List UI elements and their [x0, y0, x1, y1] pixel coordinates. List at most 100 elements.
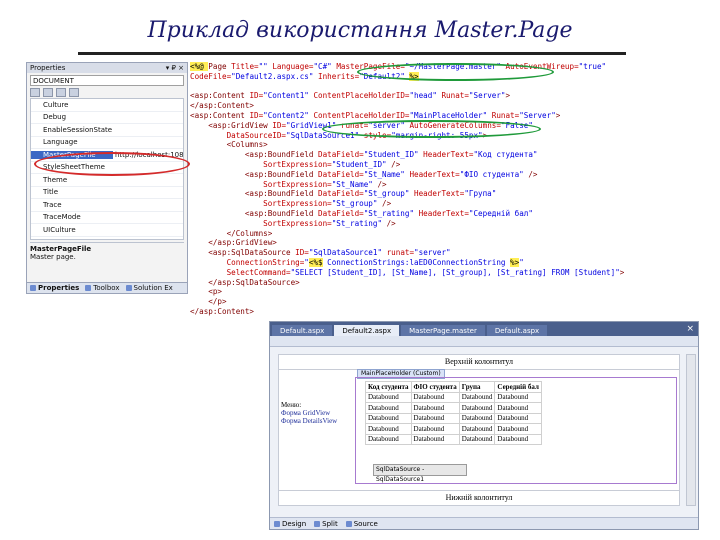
code-line[interactable]: <asp:BoundField DataField="St_rating" He… [190, 209, 695, 219]
code-token: SortExpression= [190, 218, 332, 228]
slide-title: Приклад використання Master.Page [147, 18, 573, 43]
table-cell: Databound [410, 402, 460, 414]
property-key: Trace [43, 200, 62, 209]
tab-label: Properties [38, 284, 80, 292]
table-cell: Databound [365, 423, 412, 435]
alphabetical-icon[interactable] [43, 88, 53, 97]
code-token: " [519, 257, 524, 267]
menu-heading: Меню: [281, 401, 302, 409]
property-row[interactable]: Debug [31, 112, 183, 124]
code-line[interactable]: <asp:SqlDataSource ID="SqlDataSource1" r… [190, 248, 695, 258]
code-line[interactable]: <p> [190, 287, 695, 297]
code-line[interactable]: SelectCommand="SELECT [Student_ID], [St_… [190, 268, 695, 278]
code-token: </asp:Content> [190, 101, 255, 111]
code-token: "SqlDataSource1" [308, 248, 387, 258]
table-row: Databound Databound Databound Databound [365, 391, 542, 403]
column-header: ФІО студента [410, 381, 460, 393]
code-line[interactable]: </asp:SqlDataSource> [190, 278, 695, 288]
table-cell: Databound [365, 402, 412, 414]
code-line[interactable]: SortExpression="St_Name" /> [190, 180, 695, 190]
code-token: HeaderText= [414, 189, 465, 199]
tab-solution-explorer[interactable]: Solution Ex [125, 284, 173, 292]
code-line[interactable]: </asp:GridView> [190, 238, 695, 248]
tab-default-aspx[interactable]: Default.aspx [272, 325, 333, 336]
tab-masterpage-master[interactable]: MasterPage.master [401, 325, 485, 336]
code-line[interactable]: <asp:BoundField DataField="Student_ID" H… [190, 150, 695, 160]
code-line[interactable]: </asp:Content> [190, 307, 695, 317]
tab-default-aspx-2[interactable]: Default.aspx [486, 325, 548, 336]
source-code-editor[interactable]: <%@ Page Title="" Language="C#" MasterPa… [190, 62, 695, 352]
code-token: </asp:Content> [190, 306, 255, 316]
page-header-band: Верхній колонтитул [279, 355, 679, 370]
code-token: <asp:BoundField [190, 189, 319, 199]
tab-default2-aspx[interactable]: Default2.aspx [334, 325, 400, 336]
code-line[interactable]: <asp:Content ID="Content1" ContentPlaceH… [190, 91, 695, 101]
tab-properties[interactable]: Properties [30, 284, 79, 292]
code-line[interactable]: <Columns> [190, 140, 695, 150]
code-token: <asp:Content [190, 91, 250, 101]
property-row[interactable]: TraceMode [31, 212, 183, 224]
code-line[interactable]: SortExpression="St_group" /> [190, 199, 695, 209]
code-token: ConnectionString= [190, 257, 305, 267]
properties-title: Properties [30, 64, 66, 72]
code-token: DataSourceID= [190, 130, 287, 140]
code-token: HeaderText= [423, 150, 474, 160]
code-line[interactable]: </p> [190, 297, 695, 307]
table-row: Databound Databound Databound Databound [365, 402, 542, 414]
menu-link-detailsview[interactable]: Форма DetailsView [281, 417, 337, 425]
code-line[interactable]: ConnectionString= " <%$ ConnectionStrings:… [190, 257, 695, 268]
code-token: DataField= [318, 169, 364, 179]
code-line[interactable]: SortExpression="St_rating" /> [190, 219, 695, 229]
tab-toolbox[interactable]: Toolbox [85, 284, 120, 292]
property-row[interactable]: Culture [31, 99, 183, 112]
table-cell: Databound [365, 391, 412, 403]
code-token: ID= [249, 110, 264, 120]
code-line[interactable] [190, 82, 695, 92]
code-line[interactable]: </Columns> [190, 229, 695, 239]
code-line[interactable]: </asp:Content> [190, 101, 695, 111]
menu-link-gridview[interactable]: Форма GridView [281, 409, 337, 417]
property-row[interactable]: EnableSessionState [31, 124, 183, 137]
panel-pin-close-buttons[interactable]: ▾ ₽ × [166, 64, 184, 72]
source-view-button[interactable]: Source [345, 520, 378, 528]
split-view-button[interactable]: Split [314, 520, 338, 528]
property-key: Theme [43, 175, 68, 184]
close-icon[interactable]: × [686, 324, 694, 334]
property-row[interactable]: Trace [31, 199, 183, 212]
code-token: <asp:GridView [190, 120, 273, 130]
table-row: Databound Databound Databound Databound [365, 433, 542, 445]
design-view-button[interactable]: Design [274, 520, 306, 528]
events-icon[interactable] [69, 88, 79, 97]
table-cell: Databound [410, 412, 460, 424]
property-row[interactable]: Language [31, 137, 183, 149]
code-line[interactable]: SortExpression="Student_ID" /> [190, 160, 695, 170]
code-line[interactable]: <asp:BoundField DataField="St_group" Hea… [190, 189, 695, 199]
code-token: Title= [231, 62, 259, 71]
property-row[interactable]: Title [31, 187, 183, 199]
code-line[interactable]: <asp:BoundField DataField="St_Name" Head… [190, 170, 695, 180]
property-row[interactable]: UICulture [31, 224, 183, 237]
code-token: /> [528, 169, 538, 179]
code-token: "C#" [313, 62, 337, 71]
code-token: "server" [414, 248, 451, 258]
categorized-icon[interactable] [30, 88, 40, 97]
properties-icon[interactable] [56, 88, 66, 97]
table-cell: Databound [365, 412, 412, 424]
code-token: <asp:BoundField [190, 169, 319, 179]
vertical-scrollbar[interactable] [686, 354, 696, 506]
table-cell: Databound [410, 423, 460, 435]
code-token: </asp:SqlDataSource> [190, 277, 300, 287]
code-token: <%$ [308, 257, 323, 267]
code-token: HeaderText= [418, 208, 469, 218]
code-token: "St_rating" [363, 208, 419, 218]
property-key: UICulture [43, 225, 76, 234]
code-token: "St_Name" [331, 179, 378, 189]
object-selector-dropdown[interactable]: DOCUMENT [30, 75, 184, 86]
gridview-table: Код студента ФІО студента Група Середній… [365, 381, 542, 445]
table-cell: Databound [494, 412, 542, 424]
code-token: ContentPlaceHolderID= [313, 91, 410, 101]
code-token: /> [391, 159, 401, 169]
code-token: <%@ [190, 62, 209, 71]
table-cell: Databound [410, 391, 460, 403]
sqldatasource-control[interactable]: SqlDataSource - SqlDataSource1 [373, 464, 467, 483]
